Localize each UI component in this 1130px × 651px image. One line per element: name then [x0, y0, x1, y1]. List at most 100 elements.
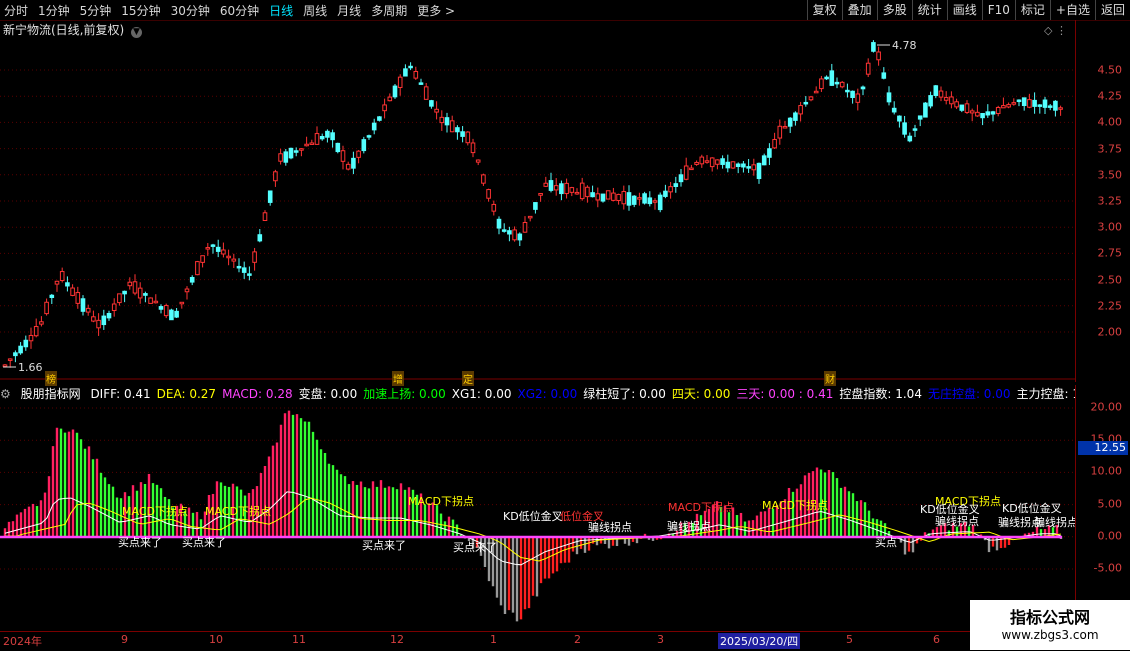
period-tab[interactable]: 30分钟: [167, 2, 216, 19]
candle-body: [741, 163, 746, 168]
candle-body: [70, 287, 75, 296]
price-tick-label: 2.50: [1097, 273, 1123, 287]
candle-body: [397, 76, 403, 89]
period-tab[interactable]: 月线: [333, 2, 367, 19]
candle-body: [460, 131, 465, 137]
period-tab[interactable]: 1分钟: [34, 2, 76, 19]
date-axis: 2024年 9 10 11 12 1 2 3 2025/03/20/四 5 6: [0, 631, 1076, 651]
candlestick-chart[interactable]: 4.78 1.66: [0, 20, 1076, 380]
price-tick-label: 2.75: [1097, 246, 1123, 260]
candle-body: [210, 244, 216, 247]
candle-body: [787, 117, 793, 127]
period-tab[interactable]: 周线: [299, 2, 333, 19]
candle-body: [236, 265, 242, 269]
candle-body: [715, 159, 720, 165]
period-tab[interactable]: 60分钟: [216, 2, 265, 19]
date-label: 3: [657, 633, 664, 646]
candle-body: [174, 310, 179, 318]
candle-body: [122, 290, 127, 295]
candle-body: [902, 122, 907, 135]
low-price-label: 1.66: [18, 361, 43, 374]
period-tab[interactable]: 更多 >: [413, 2, 461, 19]
event-marker-bang[interactable]: 榜: [45, 371, 57, 386]
candle-body: [423, 86, 429, 100]
toolbar-button[interactable]: 返回: [1094, 0, 1130, 20]
candle-body: [881, 72, 887, 79]
period-tab[interactable]: 分时: [0, 2, 34, 19]
period-tab[interactable]: 5分钟: [76, 2, 118, 19]
candle-body: [13, 352, 18, 357]
candle-body: [626, 192, 632, 206]
candle-body: [314, 133, 320, 145]
candle-body: [434, 108, 439, 113]
macd-indicator-chart[interactable]: MACD下拐点 MACD下拐点MACD下拐点 MACD下拐点 MACD下拐点 MACD下…: [0, 403, 1076, 631]
chart-annotation: KD低位金叉: [1002, 501, 1062, 515]
candle-body: [923, 102, 928, 118]
indicator-value: MACD: 0.28: [222, 387, 293, 401]
period-tab[interactable]: 多周期: [367, 2, 413, 19]
candle-body: [267, 190, 273, 203]
candle-body: [283, 151, 289, 163]
candle-body: [678, 174, 684, 183]
indicator-value: 绿柱短了: 0.00: [583, 387, 666, 401]
candle-body: [163, 305, 169, 317]
period-tab[interactable]: 15分钟: [117, 2, 166, 19]
candle-body: [652, 200, 658, 203]
candle-body: [2, 364, 8, 367]
candle-body: [730, 161, 736, 169]
candle-body: [335, 142, 341, 153]
price-tick-label: 3.00: [1097, 220, 1123, 234]
candle-body: [621, 191, 627, 205]
candle-body: [1058, 107, 1063, 110]
chart-annotation: MACD下拐点: [205, 504, 271, 518]
indicator-settings-icon[interactable]: ⚙: [0, 387, 11, 401]
event-marker-ding[interactable]: 定: [462, 371, 474, 386]
toolbar-button[interactable]: 统计: [911, 0, 947, 20]
toolbar-button[interactable]: 画线: [946, 0, 982, 20]
candle-body: [517, 233, 523, 241]
candle-body: [512, 229, 517, 241]
candle-body: [455, 127, 460, 133]
toolbar-button[interactable]: 复权: [806, 0, 842, 20]
candle-body: [382, 104, 387, 112]
candle-body: [179, 301, 185, 305]
candle-body: [834, 81, 840, 85]
candle-body: [985, 111, 991, 116]
candle-body: [101, 315, 107, 326]
candle-body: [1006, 104, 1011, 108]
toolbar-button[interactable]: 叠加: [841, 0, 877, 20]
chart-annotation: MACD下拐点: [668, 500, 734, 514]
candle-body: [1037, 104, 1043, 107]
candle-body: [538, 192, 543, 196]
toolbar-button[interactable]: 标记: [1014, 0, 1050, 20]
toolbar-button[interactable]: +自选: [1049, 0, 1095, 20]
candle-body: [80, 298, 86, 312]
candle-body: [782, 126, 788, 129]
candle-body: [85, 307, 91, 313]
event-marker-zeng[interactable]: 增: [392, 371, 404, 386]
indicator-name[interactable]: 股朋指标网: [21, 387, 81, 401]
candle-body: [356, 150, 361, 158]
date-label: 2: [574, 633, 581, 646]
candle-body: [44, 301, 49, 315]
event-marker-cai[interactable]: 财: [824, 371, 836, 386]
toolbar-button[interactable]: 多股: [876, 0, 912, 20]
candle-body: [1021, 97, 1027, 107]
candle-body: [387, 96, 393, 102]
candle-body: [449, 120, 455, 133]
candle-body: [527, 215, 533, 219]
toolbar-button[interactable]: F10: [981, 0, 1015, 20]
chart-annotation: KD低位金叉: [920, 502, 980, 516]
candle-body: [637, 197, 642, 200]
candle-body: [548, 180, 554, 191]
candle-body: [855, 93, 861, 103]
candle-body: [501, 229, 507, 232]
candle-body: [470, 142, 476, 154]
candle-body: [392, 85, 398, 98]
candle-body: [559, 183, 564, 195]
price-tick-label: 3.50: [1097, 168, 1123, 182]
candle-body: [137, 287, 143, 299]
candle-body: [226, 255, 231, 259]
period-tab[interactable]: 日线: [265, 2, 299, 19]
price-tick-label: 4.00: [1097, 115, 1123, 129]
